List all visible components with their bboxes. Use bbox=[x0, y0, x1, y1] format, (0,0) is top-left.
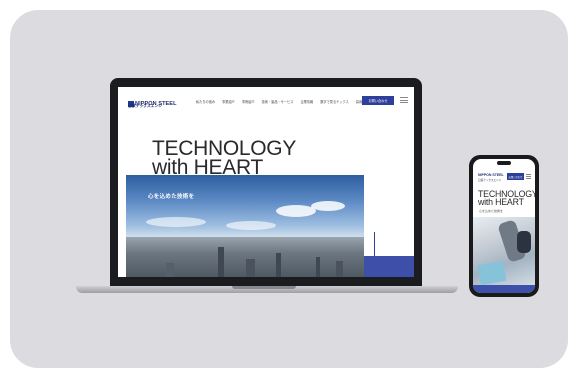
laptop-lid: NIPPON STEEL 日鉄テックスエンジ 私たちの強み 事業紹介 事例紹介 … bbox=[110, 78, 422, 288]
hamburger-menu-icon[interactable] bbox=[526, 174, 531, 179]
cloud-shape bbox=[311, 201, 345, 211]
phone-accent-block bbox=[473, 285, 535, 293]
logo-subtitle: 日鉄テックスエンジ bbox=[128, 104, 163, 108]
site-header: NIPPON STEEL 日鉄テックスエンジ 私たちの強み 事業紹介 事例紹介 … bbox=[118, 87, 414, 113]
hero-subtitle: 心を込めた技術を bbox=[148, 194, 195, 200]
hamburger-menu-icon[interactable] bbox=[400, 97, 408, 103]
phone-screen: NIPPON STEEL 日鉄テックスエンジ お問い合わせ TECHNOLOGY… bbox=[473, 159, 535, 293]
cloud-shape bbox=[146, 217, 206, 227]
nav-item[interactable]: 企業情報 bbox=[301, 99, 314, 104]
phone-contact-button[interactable]: お問い合わせ bbox=[507, 173, 524, 180]
building bbox=[336, 261, 343, 277]
robot-arm-shape bbox=[517, 231, 531, 253]
hero-title: TECHNOLOGY with HEART bbox=[152, 138, 296, 179]
building bbox=[276, 253, 281, 277]
phone-hero-title: TECHNOLOGY with HEART bbox=[478, 189, 535, 208]
building bbox=[218, 247, 224, 277]
nav-item[interactable]: 事業紹介 bbox=[222, 99, 235, 104]
phone-logo-subtitle: 日鉄テックスエンジ bbox=[478, 179, 502, 182]
laptop-notch bbox=[232, 286, 296, 289]
phone-hero-title-line: with HEART bbox=[478, 197, 524, 208]
accent-block bbox=[364, 256, 414, 277]
phone-frame: NIPPON STEEL 日鉄テックスエンジ お問い合わせ TECHNOLOGY… bbox=[469, 155, 539, 297]
hero-image bbox=[126, 175, 364, 277]
cloud-shape bbox=[226, 221, 276, 230]
nav-item[interactable]: 私たちの強み bbox=[196, 99, 215, 104]
hero-title-line: with HEART bbox=[152, 156, 263, 179]
building bbox=[166, 263, 174, 277]
laptop-screen: NIPPON STEEL 日鉄テックスエンジ 私たちの強み 事業紹介 事例紹介 … bbox=[118, 87, 414, 277]
nav-item[interactable]: 技術・製品・サービス bbox=[262, 99, 294, 104]
cityscape bbox=[126, 237, 364, 277]
cloud-shape bbox=[276, 205, 316, 217]
contact-button[interactable]: お問い合わせ bbox=[362, 96, 394, 105]
phone-logo[interactable]: NIPPON STEEL bbox=[478, 173, 504, 177]
nav-item[interactable]: 数字で見るテックス bbox=[320, 99, 349, 104]
phone-hero-subtitle: 心を込めた技術を bbox=[479, 209, 504, 213]
phone-camera-island bbox=[497, 161, 511, 165]
building bbox=[246, 259, 255, 277]
building bbox=[316, 257, 320, 277]
main-nav: 私たちの強み 事業紹介 事例紹介 技術・製品・サービス 企業情報 数字で見るテッ… bbox=[196, 99, 369, 104]
nav-item[interactable]: 事例紹介 bbox=[242, 99, 255, 104]
